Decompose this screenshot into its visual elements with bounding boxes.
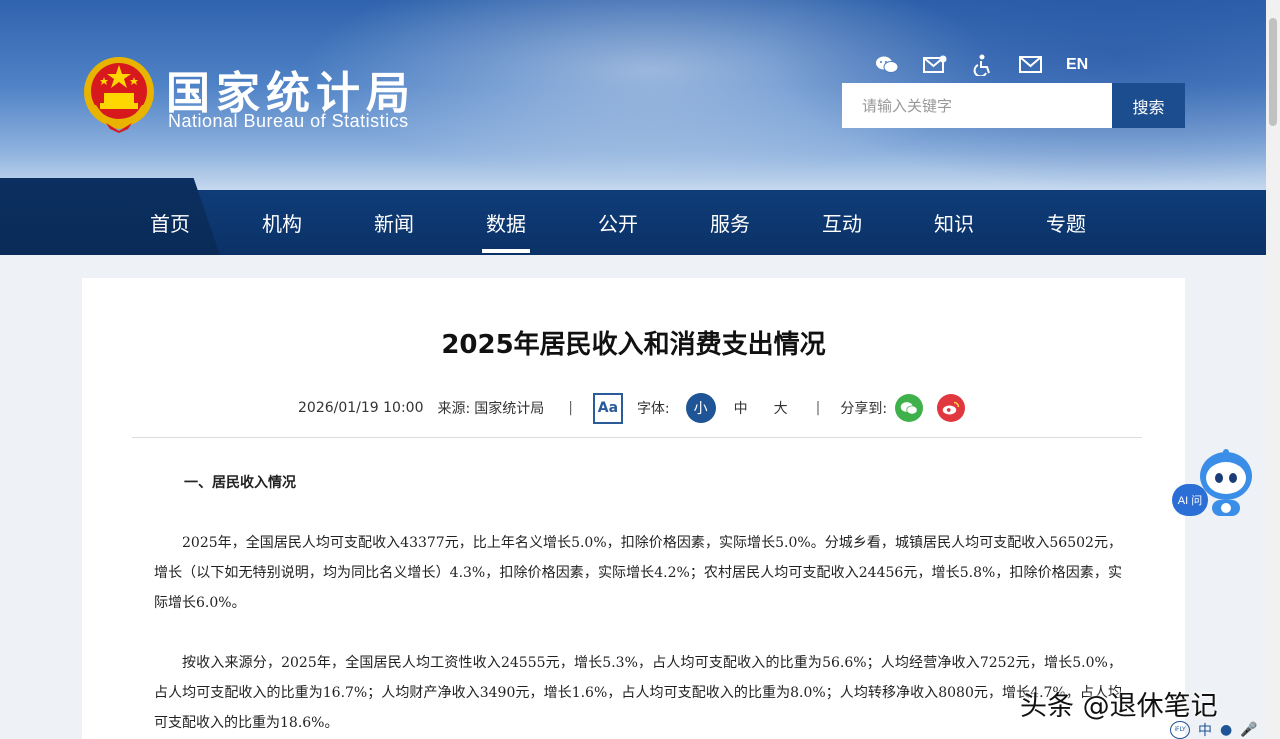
- ifly-badge[interactable]: iFLY: [1170, 720, 1190, 739]
- source-value: 国家统计局: [474, 401, 545, 417]
- nav-item-organization[interactable]: 机构: [226, 190, 338, 255]
- bottom-floating-toolbar: iFLY 中 ● 🎤: [1170, 720, 1266, 739]
- publish-date: 2026/01/19 10:00: [298, 400, 424, 416]
- font-size-small-button[interactable]: 小: [685, 393, 716, 423]
- nav-item-interaction[interactable]: 互动: [786, 190, 898, 255]
- main-navigation: 首页 机构 新闻 数据 公开 服务 互动 知识 专题: [0, 178, 1266, 255]
- ai-ask-badge[interactable]: AI 问: [1172, 484, 1208, 516]
- page-scrollbar[interactable]: [1266, 0, 1280, 739]
- search-button[interactable]: 搜索: [1112, 83, 1185, 128]
- share-wechat-button[interactable]: [895, 394, 924, 422]
- email-icon[interactable]: [1018, 53, 1044, 77]
- site-name-english: National Bureau of Statistics: [168, 111, 409, 131]
- font-size-label: 字体:: [636, 401, 670, 417]
- search-box: 搜索: [842, 83, 1185, 128]
- nav-item-knowledge[interactable]: 知识: [898, 190, 1010, 255]
- watermark-text: 头条 @退休笔记: [1020, 691, 1218, 722]
- input-language-indicator[interactable]: 中: [1198, 720, 1212, 739]
- top-utility-icons: EN: [874, 52, 1088, 78]
- language-switch-en[interactable]: EN: [1066, 56, 1088, 74]
- article-body: 一、居民收入情况 2025年，全国居民人均可支配收入43377元，比上年名义增长…: [154, 468, 1122, 739]
- reader-mode-icon[interactable]: Aa: [592, 392, 623, 424]
- meta-divider: [132, 437, 1142, 438]
- ai-assistant-widget[interactable]: AI 问: [1172, 448, 1258, 522]
- share-weibo-button[interactable]: [937, 394, 966, 422]
- font-size-large-button[interactable]: 大: [766, 393, 796, 423]
- meta-separator: |: [815, 400, 821, 416]
- nav-item-news[interactable]: 新闻: [338, 190, 450, 255]
- wechat-icon[interactable]: [874, 53, 900, 77]
- mail-subscribe-icon[interactable]: [922, 53, 948, 77]
- nav-item-public[interactable]: 公开: [562, 190, 674, 255]
- source-label: 来源:: [437, 401, 471, 417]
- font-size-medium-button[interactable]: 中: [726, 393, 756, 423]
- nav-item-data[interactable]: 数据: [450, 190, 562, 255]
- share-label: 分享到:: [840, 401, 888, 417]
- national-emblem-icon: [84, 57, 154, 133]
- nav-item-home[interactable]: 首页: [114, 190, 226, 255]
- nav-item-topics[interactable]: 专题: [1010, 190, 1122, 255]
- paragraph: 2025年，全国居民人均可支配收入43377元，比上年名义增长5.0%，扣除价格…: [154, 535, 1122, 611]
- meta-separator: |: [568, 400, 573, 416]
- microphone-icon[interactable]: 🎤: [1240, 722, 1257, 738]
- accessibility-icon[interactable]: [970, 53, 996, 77]
- wechat-icon: [900, 401, 918, 414]
- settings-icon[interactable]: ●: [1220, 722, 1232, 738]
- article-meta: 2026/01/19 10:00 来源: 国家统计局 | Aa 字体: 小 中 …: [298, 391, 966, 425]
- header-banner: 国家统计局 National Bureau of Statistics EN 搜…: [0, 0, 1266, 190]
- nav-item-services[interactable]: 服务: [674, 190, 786, 255]
- paragraph: 按收入来源分，2025年，全国居民人均工资性收入24555元，增长5.3%，占人…: [154, 655, 1122, 731]
- article-card: 2025年居民收入和消费支出情况 2026/01/19 10:00 来源: 国家…: [82, 278, 1185, 739]
- section-heading: 一、居民收入情况: [184, 475, 296, 491]
- search-input[interactable]: [842, 83, 1112, 128]
- weibo-icon: [942, 401, 960, 414]
- article-title: 2025年居民收入和消费支出情况: [441, 330, 826, 360]
- scrollbar-thumb[interactable]: [1269, 18, 1277, 126]
